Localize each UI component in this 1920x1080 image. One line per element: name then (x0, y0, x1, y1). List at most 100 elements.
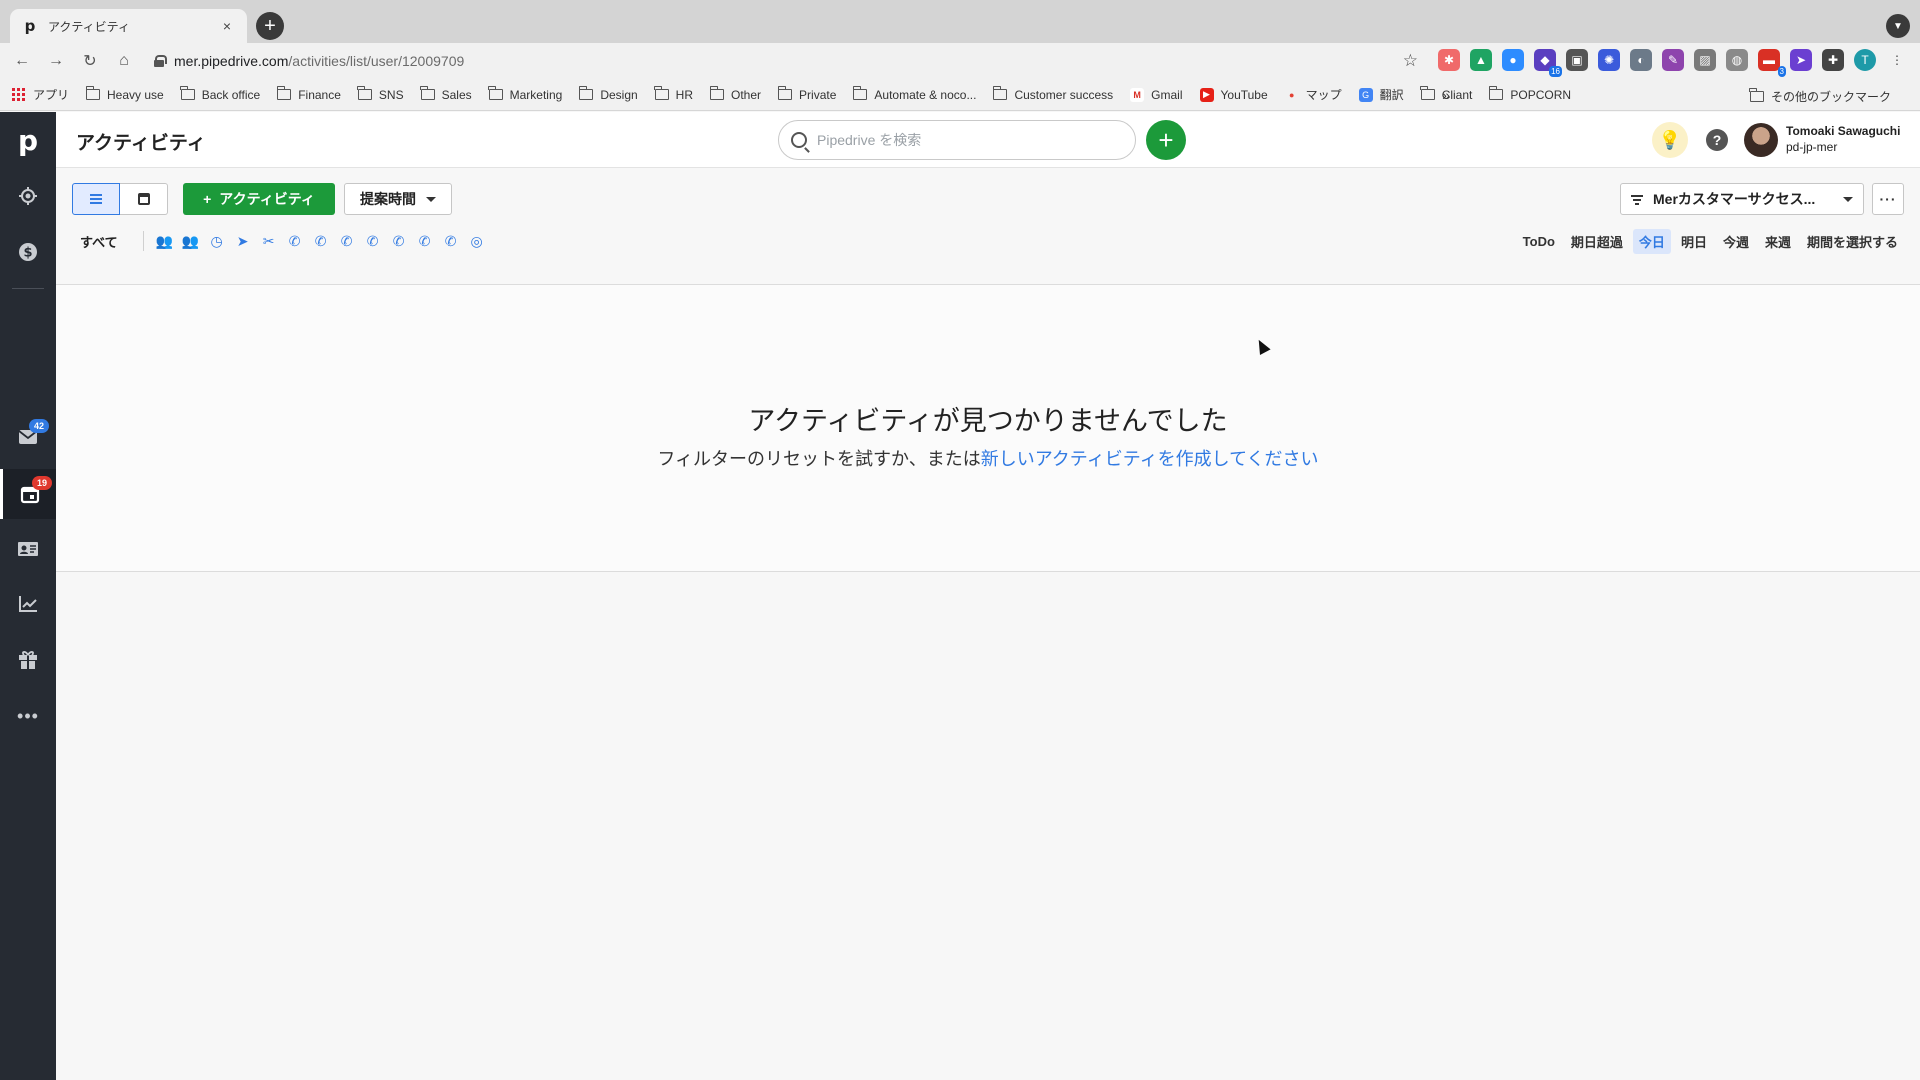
search-input[interactable] (817, 132, 1107, 148)
sidebar-item-contacts[interactable] (0, 524, 56, 574)
address-bar[interactable]: mer.pipedrive.com/activities/list/user/1… (138, 47, 1426, 75)
sidebar-item-deals[interactable]: $ (0, 227, 56, 277)
browser-tab[interactable]: p アクティビティ × (10, 9, 247, 43)
ext-badge-icon[interactable]: ◆ 16 (1534, 49, 1562, 77)
browser-toolbar: ← → ↻ ⌂ mer.pipedrive.com/activities/lis… (0, 43, 1920, 79)
user-name[interactable]: Tomoaki Sawaguchi (1786, 124, 1900, 138)
bookmark-star-icon[interactable]: ☆ (1403, 51, 1418, 71)
browser-menu-icon[interactable]: ⋮ (1886, 49, 1908, 71)
call-icon[interactable]: ✆ (360, 229, 386, 253)
bookmark-folder[interactable]: Customer success (992, 86, 1113, 102)
bookmark-folder[interactable]: Design (578, 86, 638, 102)
asana-icon[interactable]: ✱ (1438, 49, 1460, 71)
call-icon[interactable]: ✆ (438, 229, 464, 253)
call-icon[interactable]: ✆ (334, 229, 360, 253)
bookmark-folder[interactable]: Sales (420, 86, 472, 102)
add-activity-button[interactable]: + アクティビティ (183, 183, 335, 215)
type-all-button[interactable]: すべて (80, 232, 118, 251)
todo-icon[interactable]: ▬ 3 (1758, 49, 1786, 77)
quick-add-button[interactable]: + (1146, 120, 1186, 160)
drive-icon[interactable]: ▲ (1470, 49, 1492, 71)
lock-icon (154, 55, 167, 67)
bookmarks-more-icon[interactable]: » (1442, 87, 1450, 103)
call-icon[interactable]: ✆ (282, 229, 308, 253)
globe-icon[interactable]: ◎ (464, 229, 490, 253)
folder-icon (1749, 88, 1764, 102)
group-icon[interactable]: 👥 (178, 229, 204, 253)
sidebar-item-mail[interactable]: 42 (0, 412, 56, 462)
mask-icon[interactable]: ◍ (1726, 49, 1748, 71)
period-filter-option[interactable]: 期間を選択する (1801, 229, 1904, 254)
sort-dropdown[interactable]: 提案時間 (344, 183, 452, 215)
bookmark-folder[interactable]: Back office (180, 86, 260, 102)
period-filter-option[interactable]: 明日 (1675, 229, 1713, 254)
bookmark-folder[interactable]: Other (709, 86, 761, 102)
pen-icon[interactable]: ✎ (1662, 49, 1684, 71)
user-company[interactable]: pd-jp-mer (1786, 140, 1837, 154)
bookmark-folder[interactable]: HR (654, 86, 693, 102)
image-icon[interactable]: ▨ (1694, 49, 1716, 71)
call-icon[interactable]: ✆ (386, 229, 412, 253)
home-icon[interactable]: ⌂ (112, 49, 136, 73)
bookmark-folder[interactable]: SNS (357, 86, 404, 102)
more-options-button[interactable]: ··· (1872, 183, 1904, 215)
period-filter-option[interactable]: 来週 (1759, 229, 1797, 254)
sidebar-item-leads[interactable] (0, 171, 56, 221)
bookmark-label: マップ (1305, 88, 1342, 102)
calendar-view-button[interactable] (120, 183, 168, 215)
bookmark-folder[interactable]: Marketing (488, 86, 562, 102)
period-filter-option[interactable]: 今週 (1717, 229, 1755, 254)
period-filter-option[interactable]: 期日超過 (1565, 229, 1629, 254)
profile-avatar[interactable]: T (1854, 49, 1876, 71)
bookmark-folder[interactable]: Automate & noco... (852, 86, 977, 102)
list-view-button[interactable] (72, 183, 120, 215)
pipedrive-logo[interactable]: p (0, 118, 56, 162)
empty-state-message: フィルターのリセットを試すか、または (657, 449, 981, 469)
send-icon[interactable]: ➤ (1790, 49, 1812, 71)
sidebar-item-activities[interactable]: 19 (0, 469, 56, 519)
gear-ext-icon[interactable]: ✺ (1598, 49, 1620, 71)
zoom-icon[interactable]: ● (1502, 49, 1524, 71)
email-type-icon[interactable]: ➤ (230, 229, 256, 253)
gmail-icon: M (1130, 87, 1145, 102)
bookmark-translate[interactable]: G 翻訳 (1358, 86, 1404, 103)
bookmark-youtube[interactable]: ▶ YouTube (1199, 87, 1268, 102)
sidebar-more-icon[interactable]: ••• (0, 691, 56, 741)
puzzle-icon[interactable]: ✚ (1822, 49, 1844, 71)
bookmark-folder[interactable]: POPCORN (1488, 86, 1571, 102)
reload-icon[interactable]: ↻ (78, 49, 102, 73)
help-icon[interactable]: ? (1706, 129, 1728, 151)
search-box[interactable] (778, 120, 1136, 160)
period-filter-option[interactable]: 今日 (1632, 229, 1671, 254)
bookmark-label: Sales (441, 87, 472, 102)
tab-search-icon[interactable]: ▼ (1886, 14, 1910, 38)
bookmark-folder[interactable]: Heavy use (85, 86, 164, 102)
filter-dropdown[interactable]: Merカスタマーサクセス... (1620, 183, 1864, 215)
call-icon[interactable]: ✆ (308, 229, 334, 253)
bookmark-folder[interactable]: Finance (276, 86, 341, 102)
tab-close-icon[interactable]: × (219, 18, 235, 34)
lunch-icon[interactable]: ✂ (256, 229, 282, 253)
compass-icon[interactable]: ◐ (1630, 49, 1652, 71)
bookmark-other[interactable]: その他のブックマーク (1749, 88, 1891, 105)
bookmark-gmail[interactable]: M Gmail (1130, 87, 1183, 102)
sort-label: 提案時間 (360, 191, 416, 207)
sidebar-item-insights[interactable] (0, 579, 56, 629)
meeting-icon[interactable]: 👥 (152, 229, 178, 253)
save-icon[interactable]: ▣ (1566, 49, 1588, 71)
avatar[interactable] (1744, 123, 1778, 157)
bookmark-label: Automate & noco... (874, 87, 977, 102)
call-icon[interactable]: ✆ (412, 229, 438, 253)
period-filter-option[interactable]: ToDo (1517, 231, 1561, 252)
bookmark-folder[interactable]: Private (777, 86, 836, 102)
create-activity-link[interactable]: 新しいアクティビティを作成してください (981, 449, 1319, 469)
forward-icon[interactable]: → (44, 49, 68, 73)
empty-state-title: アクティビティが見つかりませんでした (748, 406, 1228, 436)
bookmark-maps[interactable]: ● マップ (1285, 86, 1342, 103)
back-icon[interactable]: ← (10, 49, 34, 73)
deadline-icon[interactable]: ◷ (204, 229, 230, 253)
bookmark-apps[interactable]: アプリ (12, 86, 69, 103)
lightbulb-icon[interactable]: 💡 (1652, 122, 1688, 158)
new-tab-button[interactable]: + (256, 12, 284, 40)
sidebar-item-products[interactable] (0, 635, 56, 685)
